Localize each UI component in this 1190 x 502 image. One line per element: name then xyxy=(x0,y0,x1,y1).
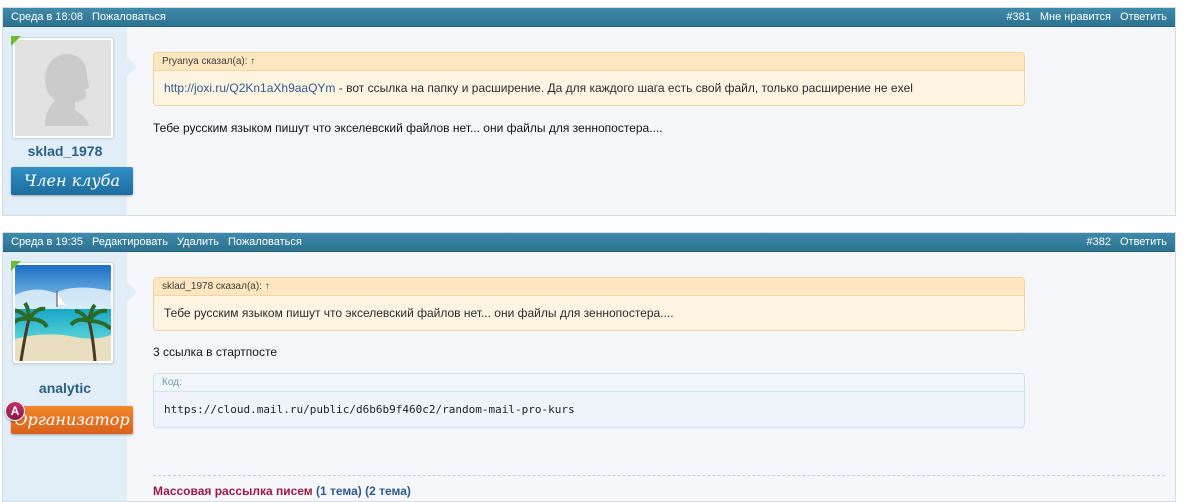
quote-link[interactable]: http://joxi.ru/Q2Kn1aXh9aaQYm xyxy=(164,81,335,95)
post-382: Среда в 19:35 Редактировать Удалить Пожа… xyxy=(2,232,1176,502)
report-link[interactable]: Пожаловаться xyxy=(92,11,166,23)
organizer-badge: A xyxy=(5,401,25,421)
user-title-ribbon: Организатор xyxy=(11,406,133,434)
panel-arrow xyxy=(127,282,137,302)
reply-link[interactable]: Ответить xyxy=(1120,11,1167,23)
signature-link-1[interactable]: (1 тема) xyxy=(316,484,362,498)
quote-block: Pryanya сказал(а): ↑ http://joxi.ru/Q2Kn… xyxy=(153,52,1025,106)
online-indicator xyxy=(11,36,21,46)
post-message: Тебе русским языком пишут что экселевски… xyxy=(153,121,663,135)
online-indicator xyxy=(11,261,21,271)
report-link[interactable]: Пожаловаться xyxy=(228,236,302,248)
author-username[interactable]: analytic xyxy=(3,380,127,396)
signature-divider xyxy=(153,475,1165,476)
quote-text: - вот ссылка на папку и расширение. Да д… xyxy=(335,81,913,95)
post-date[interactable]: Среда в 18:08 xyxy=(11,11,83,23)
quote-header[interactable]: Pryanya сказал(а): ↑ xyxy=(154,53,1024,71)
post-message: 3 ссылка в стартпосте xyxy=(153,345,278,359)
delete-link[interactable]: Удалить xyxy=(177,236,219,248)
post-content: sklad_1978 сказал(а): ↑ Тебе русским язы… xyxy=(153,277,1025,428)
author-panel: analytic A Организатор xyxy=(3,252,137,501)
post-number-link[interactable]: #382 xyxy=(1086,236,1110,248)
quote-header[interactable]: sklad_1978 сказал(а): ↑ xyxy=(154,278,1024,296)
post-header: Среда в 19:35 Редактировать Удалить Пожа… xyxy=(3,233,1175,252)
post-content: Pryanya сказал(а): ↑ http://joxi.ru/Q2Kn… xyxy=(153,52,1025,135)
avatar[interactable] xyxy=(12,37,114,139)
quote-body: Тебе русским языком пишут что экселевски… xyxy=(164,306,674,320)
default-avatar-icon xyxy=(15,40,111,136)
post-header: Среда в 18:08 Пожаловаться #381 Мне нрав… xyxy=(3,8,1175,27)
author-username[interactable]: sklad_1978 xyxy=(3,143,127,159)
quote-body: http://joxi.ru/Q2Kn1aXh9aaQYm - вот ссыл… xyxy=(154,71,1024,105)
code-content[interactable]: https://cloud.mail.ru/public/d6b6b9f460c… xyxy=(154,392,1024,427)
quote-block: sklad_1978 сказал(а): ↑ Тебе русским язы… xyxy=(153,277,1025,331)
code-block: Код: https://cloud.mail.ru/public/d6b6b9… xyxy=(153,373,1025,428)
post-381: Среда в 18:08 Пожаловаться #381 Мне нрав… xyxy=(2,7,1176,216)
code-label: Код: xyxy=(154,374,1024,392)
signature-text: Массовая рассылка писем xyxy=(153,484,313,498)
like-link[interactable]: Мне нравится xyxy=(1040,11,1111,23)
signature: Массовая рассылка писем (1 тема) (2 тема… xyxy=(153,484,411,498)
beach-avatar-icon xyxy=(15,265,111,361)
signature-link-2[interactable]: (2 тема) xyxy=(365,484,411,498)
reply-link[interactable]: Ответить xyxy=(1120,236,1167,248)
post-number-link[interactable]: #381 xyxy=(1006,11,1030,23)
panel-arrow xyxy=(127,57,137,77)
user-title-ribbon: Член клуба xyxy=(11,167,133,195)
avatar[interactable] xyxy=(12,262,114,364)
author-panel: sklad_1978 Член клуба xyxy=(3,27,137,215)
edit-link[interactable]: Редактировать xyxy=(92,236,168,248)
post-date[interactable]: Среда в 19:35 xyxy=(11,236,83,248)
